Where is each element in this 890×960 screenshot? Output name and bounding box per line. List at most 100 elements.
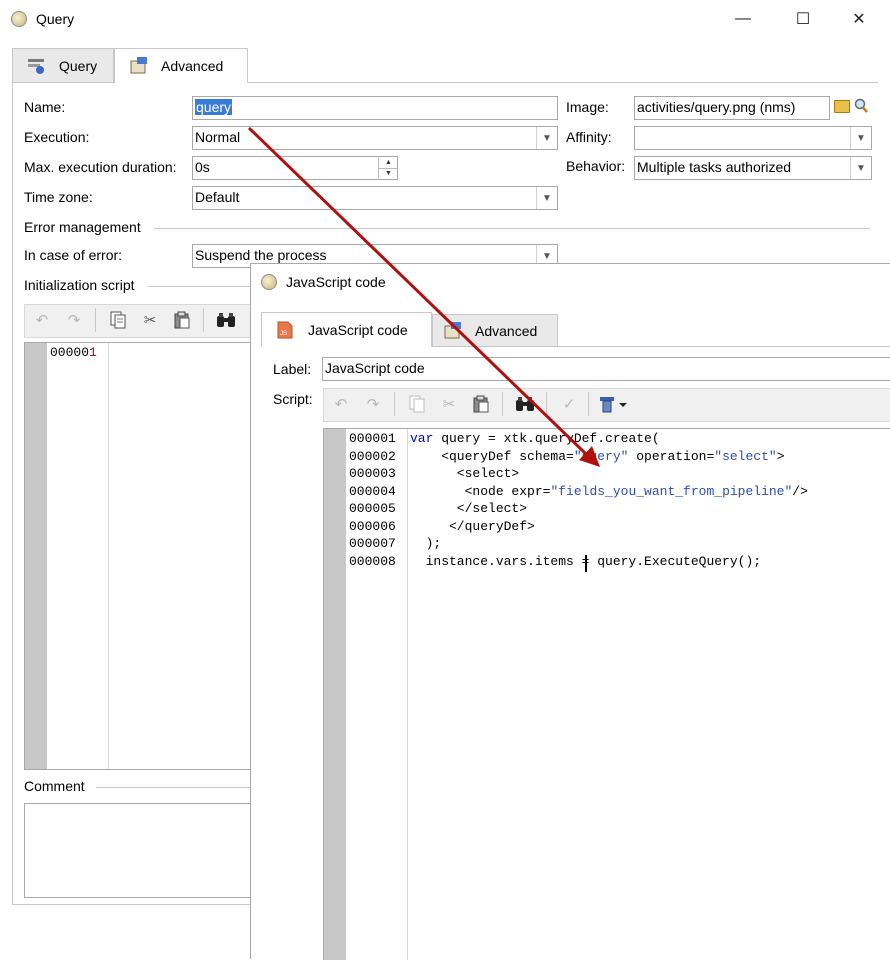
- line-number: 000004: [349, 483, 396, 499]
- close-button[interactable]: ✕: [836, 0, 882, 38]
- svg-text:JS: JS: [280, 331, 287, 337]
- app-icon: [11, 11, 27, 27]
- minimize-button[interactable]: —: [720, 0, 766, 38]
- chevron-down-icon[interactable]: ▼: [850, 157, 871, 179]
- image-field[interactable]: activities/query.png (nms): [634, 96, 830, 120]
- code-token: </queryDef>: [410, 518, 535, 534]
- script-label: Script:: [273, 391, 313, 407]
- query-titlebar: Query — ☐ ✕: [0, 0, 890, 38]
- code-line: <queryDef schema="query" operation="sele…: [410, 448, 890, 466]
- code-token: operation=: [628, 448, 715, 464]
- tab-query-label: Query: [59, 57, 98, 74]
- max-duration-field[interactable]: 0s: [192, 156, 398, 180]
- find-binoculars-icon[interactable]: [514, 393, 536, 415]
- line-numbers: 000001 000002 000003 000004 000005 00000…: [346, 429, 408, 960]
- maximize-button[interactable]: ☐: [780, 0, 826, 38]
- behavior-select[interactable]: Multiple tasks authorized ▼: [634, 156, 872, 180]
- duration-spinner[interactable]: ▲ ▼: [378, 157, 398, 179]
- js-window-title: JavaScript code: [286, 274, 386, 290]
- undo-icon[interactable]: ↶: [330, 393, 352, 415]
- editor-gutter: [25, 343, 47, 769]
- window-title: Query: [36, 11, 75, 27]
- script-toolbar: ↶ ↷ ✂ ✓: [323, 388, 890, 422]
- chevron-down-icon[interactable]: ▼: [536, 187, 557, 209]
- copy-icon[interactable]: [406, 393, 428, 415]
- code-line: instance.vars.items = query.ExecuteQuery…: [410, 553, 890, 571]
- code-token: <queryDef schema=: [410, 448, 574, 464]
- insert-field-dropdown-icon[interactable]: [598, 393, 630, 415]
- text-cursor: [585, 555, 587, 572]
- search-icon[interactable]: [854, 98, 868, 114]
- image-label: Image:: [566, 99, 609, 115]
- execution-label: Execution:: [24, 129, 90, 145]
- toolbar-separator: [502, 392, 503, 416]
- folder-icon[interactable]: [834, 100, 850, 113]
- line-number: 000001: [349, 431, 396, 446]
- toolbar-separator: [394, 392, 395, 416]
- advanced-tab-icon: [129, 57, 149, 75]
- find-binoculars-icon[interactable]: [215, 309, 237, 331]
- paste-icon[interactable]: [470, 393, 492, 415]
- affinity-select[interactable]: ▼: [634, 126, 872, 150]
- line-number: 000001: [50, 345, 97, 360]
- line-number: 000007: [349, 536, 396, 551]
- code-line: </queryDef>: [410, 518, 890, 536]
- time-zone-select[interactable]: Default ▼: [192, 186, 558, 210]
- script-editor[interactable]: 000001 000002 000003 000004 000005 00000…: [323, 428, 890, 960]
- redo-icon[interactable]: ↷: [63, 309, 85, 331]
- in-case-of-error-value: Suspend the process: [195, 247, 327, 263]
- cut-icon[interactable]: ✂: [438, 393, 460, 415]
- in-case-of-error-label: In case of error:: [24, 247, 123, 263]
- copy-icon[interactable]: [107, 309, 129, 331]
- tab-javascript-code[interactable]: JS JavaScript code: [261, 312, 432, 347]
- spin-down-icon[interactable]: ▼: [379, 169, 398, 179]
- tab-advanced-label: Advanced: [475, 322, 538, 339]
- code-token: </select>: [410, 501, 528, 516]
- cut-icon[interactable]: ✂: [139, 309, 161, 331]
- js-file-icon: JS: [276, 321, 296, 339]
- code-token: "fields_you_want_from_pipeline": [550, 483, 793, 499]
- code-body[interactable]: var query = xtk.queryDef.create( <queryD…: [410, 430, 890, 570]
- chevron-down-icon[interactable]: ▼: [536, 127, 557, 149]
- code-token: />: [792, 483, 808, 499]
- execution-select[interactable]: Normal ▼: [192, 126, 558, 150]
- undo-icon[interactable]: ↶: [31, 309, 53, 331]
- max-duration-value: 0s: [195, 159, 210, 175]
- app-icon: [261, 274, 277, 290]
- init-script-heading: Initialization script: [24, 277, 135, 293]
- paste-icon[interactable]: [171, 309, 193, 331]
- tab-advanced[interactable]: Advanced: [432, 314, 558, 346]
- tab-query[interactable]: Query: [12, 48, 114, 82]
- tab-advanced[interactable]: Advanced: [114, 48, 248, 83]
- time-zone-label: Time zone:: [24, 189, 93, 205]
- image-value: activities/query.png (nms): [637, 99, 796, 115]
- code-line: </select>: [410, 500, 890, 518]
- redo-icon[interactable]: ↷: [362, 393, 384, 415]
- label-field[interactable]: JavaScript code: [322, 357, 890, 381]
- spin-up-icon[interactable]: ▲: [379, 157, 398, 169]
- line-numbers: 000001: [47, 343, 109, 769]
- name-label: Name:: [24, 99, 66, 115]
- line-number: 000005: [349, 501, 396, 516]
- max-duration-label: Max. execution duration:: [24, 159, 177, 175]
- comment-textarea[interactable]: [24, 803, 256, 898]
- code-token: "select": [714, 448, 777, 464]
- name-field[interactable]: query: [192, 96, 558, 120]
- code-token: <select>: [410, 466, 520, 481]
- query-window-left-border: [12, 82, 13, 904]
- code-token: );: [410, 536, 442, 551]
- line-number: 000002: [349, 448, 396, 464]
- line-number: 000006: [349, 518, 396, 534]
- chevron-down-icon[interactable]: ▼: [850, 127, 871, 149]
- line-number: 000008: [349, 553, 396, 569]
- checkmark-icon[interactable]: ✓: [558, 393, 580, 415]
- tab-javascript-code-label: JavaScript code: [308, 322, 408, 338]
- toolbar-separator: [588, 392, 589, 416]
- init-script-editor[interactable]: 000001: [24, 342, 254, 770]
- label-value: JavaScript code: [325, 360, 425, 376]
- code-token: >: [776, 448, 785, 464]
- affinity-label: Affinity:: [566, 129, 612, 145]
- advanced-tab-icon: [443, 321, 463, 340]
- editor-gutter: [324, 429, 346, 960]
- line-number: 000003: [349, 466, 396, 481]
